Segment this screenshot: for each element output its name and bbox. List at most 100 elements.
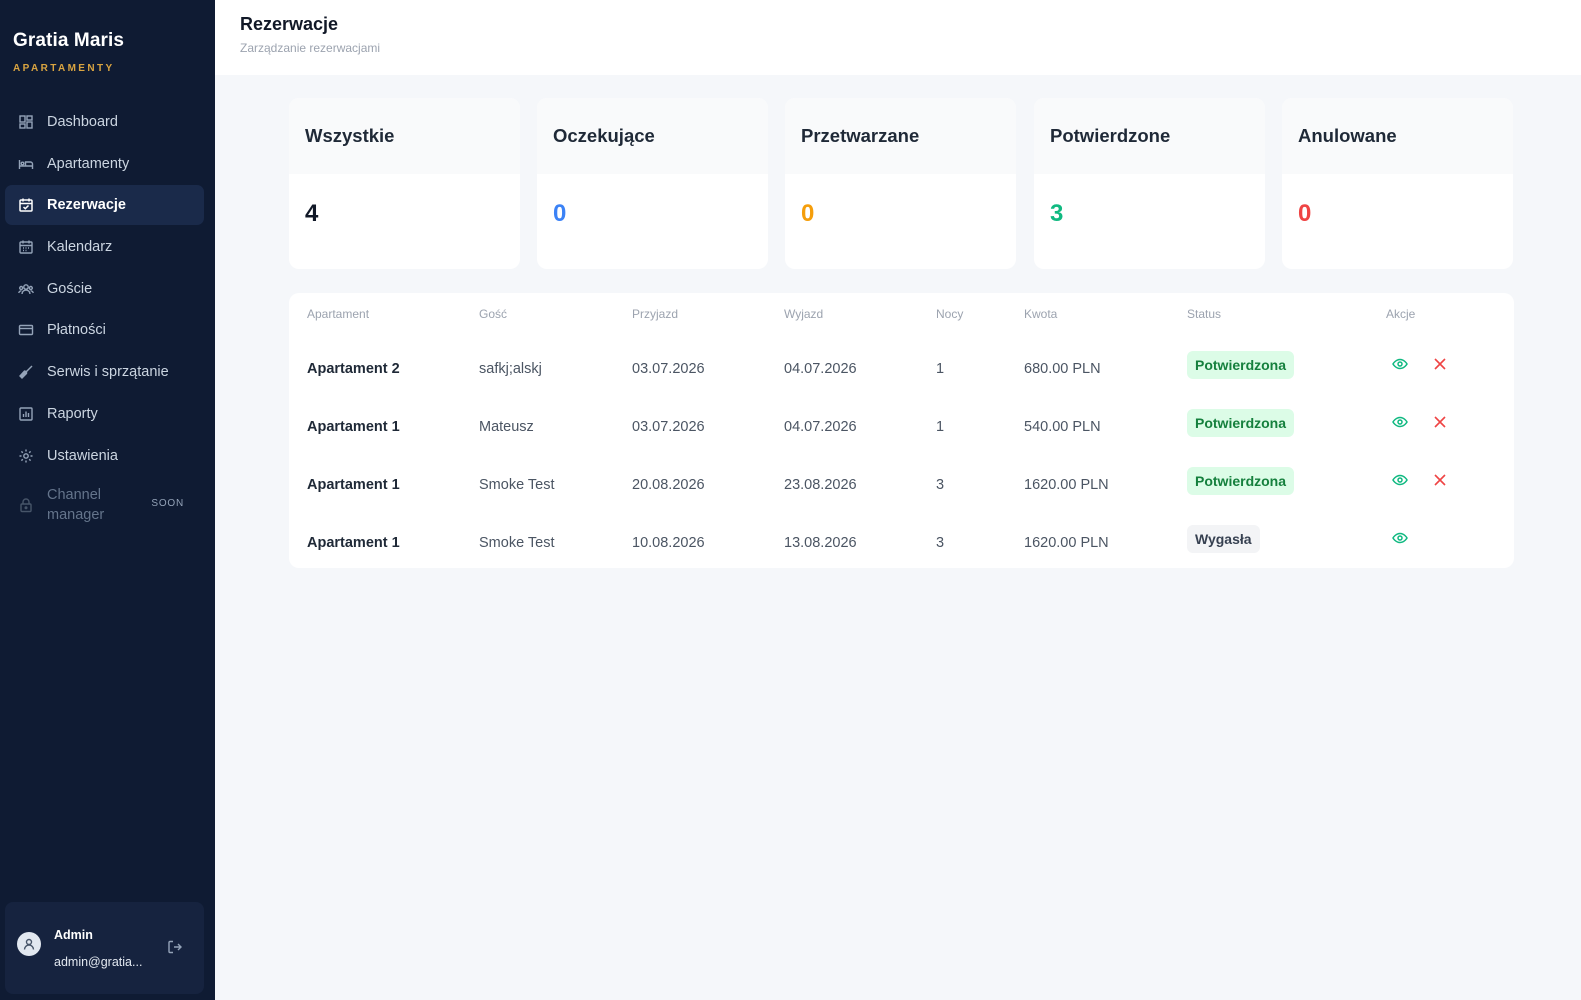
sidebar-item-platnosci[interactable]: Płatności bbox=[5, 310, 204, 350]
page-title: Rezerwacje bbox=[240, 14, 339, 34]
sidebar-item-raporty[interactable]: Raporty bbox=[5, 394, 204, 434]
sidebar-item-goscie[interactable]: Goście bbox=[5, 269, 204, 309]
sidebar-item-serwis[interactable]: Serwis i sprzątanie bbox=[5, 352, 204, 392]
cell-guest: Smoke Test bbox=[479, 535, 555, 551]
cell-nights: 1 bbox=[936, 419, 945, 435]
sidebar-item-channel-manager: Channel manager SOON bbox=[5, 477, 204, 533]
calendar-icon bbox=[18, 239, 34, 255]
view-icon[interactable] bbox=[1391, 471, 1409, 489]
cell-amount: 1620.00 PLN bbox=[1024, 535, 1109, 551]
sidebar-item-rezerwacje[interactable]: Rezerwacje bbox=[5, 185, 204, 226]
view-icon[interactable] bbox=[1391, 355, 1409, 373]
cell-departure: 04.07.2026 bbox=[784, 419, 857, 435]
stat-card-confirmed[interactable]: Potwierdzone 3 bbox=[1034, 98, 1265, 269]
cancel-icon[interactable] bbox=[1431, 471, 1449, 489]
brand[interactable]: Gratia Maris APARTAMENTY bbox=[13, 30, 124, 74]
lock-icon bbox=[18, 497, 34, 513]
sidebar-item-label: Płatności bbox=[47, 322, 106, 339]
calendar-check-icon bbox=[18, 197, 34, 213]
cell-apartment: Apartament 2 bbox=[307, 361, 400, 377]
stat-label: Anulowane bbox=[1282, 98, 1513, 174]
stat-value: 0 bbox=[553, 200, 567, 227]
gear-icon bbox=[18, 448, 34, 464]
soon-badge: SOON bbox=[151, 498, 184, 510]
broom-icon bbox=[18, 364, 34, 380]
sidebar-item-label: Goście bbox=[47, 280, 93, 297]
cell-apartment: Apartament 1 bbox=[307, 419, 400, 435]
status-badge: Potwierdzona bbox=[1187, 467, 1295, 495]
cell-nights: 1 bbox=[936, 361, 945, 377]
status-badge: Potwierdzona bbox=[1187, 409, 1295, 437]
sidebar-nav: Dashboard Apartamenty Rezerwacje Kalenda… bbox=[5, 102, 204, 535]
view-icon[interactable] bbox=[1391, 529, 1409, 547]
user-name: Admin bbox=[54, 928, 93, 942]
cell-departure: 13.08.2026 bbox=[784, 535, 857, 551]
stat-value: 0 bbox=[1298, 200, 1312, 227]
sidebar-item-ustawienia[interactable]: Ustawienia bbox=[5, 436, 204, 476]
cell-apartment: Apartament 1 bbox=[307, 535, 400, 551]
view-icon[interactable] bbox=[1391, 413, 1409, 431]
table-row[interactable]: Apartament 1 Smoke Test 20.08.2026 23.08… bbox=[289, 454, 1514, 511]
logout-icon[interactable] bbox=[167, 939, 183, 955]
cell-arrival: 20.08.2026 bbox=[632, 477, 705, 493]
status-badge: Potwierdzona bbox=[1187, 351, 1295, 379]
stat-card-pending[interactable]: Oczekujące 0 bbox=[537, 98, 768, 269]
users-icon bbox=[18, 281, 34, 297]
cancel-icon[interactable] bbox=[1431, 355, 1449, 373]
bar-chart-icon bbox=[18, 406, 34, 422]
stat-label: Przetwarzane bbox=[785, 98, 1016, 174]
stat-value: 3 bbox=[1050, 200, 1064, 227]
cell-arrival: 03.07.2026 bbox=[632, 361, 705, 377]
sidebar-item-label: Raporty bbox=[47, 405, 98, 422]
sidebar-item-label: Dashboard bbox=[47, 114, 118, 130]
cell-nights: 3 bbox=[936, 477, 945, 493]
stat-label: Oczekujące bbox=[537, 98, 768, 174]
cell-arrival: 10.08.2026 bbox=[632, 535, 705, 551]
user-email: admin@gratia... bbox=[54, 955, 143, 969]
stat-card-cancelled[interactable]: Anulowane 0 bbox=[1282, 98, 1513, 269]
sidebar-item-dashboard[interactable]: Dashboard bbox=[5, 102, 204, 142]
stat-card-processing[interactable]: Przetwarzane 0 bbox=[785, 98, 1016, 269]
table-row[interactable]: Apartament 2 safkj;alskj 03.07.2026 04.0… bbox=[289, 338, 1514, 395]
stat-value: 0 bbox=[801, 200, 815, 227]
cell-amount: 680.00 PLN bbox=[1024, 361, 1101, 377]
cell-guest: Mateusz bbox=[479, 419, 534, 435]
cell-amount: 540.00 PLN bbox=[1024, 419, 1101, 435]
sidebar-item-label: Apartamenty bbox=[47, 155, 130, 172]
cell-departure: 04.07.2026 bbox=[784, 361, 857, 377]
cell-apartment: Apartament 1 bbox=[307, 477, 400, 493]
column-header-nights[interactable]: Nocy bbox=[936, 307, 963, 321]
page-subtitle: Zarządzanie rezerwacjami bbox=[240, 41, 381, 55]
column-header-arrival[interactable]: Przyjazd bbox=[632, 307, 678, 321]
sidebar-item-apartamenty[interactable]: Apartamenty bbox=[5, 144, 204, 184]
status-badge: Wygasła bbox=[1187, 525, 1260, 553]
brand-subtitle: APARTAMENTY bbox=[13, 63, 115, 74]
sidebar-item-label: Kalendarz bbox=[47, 239, 113, 256]
column-header-amount[interactable]: Kwota bbox=[1024, 307, 1057, 321]
cell-arrival: 03.07.2026 bbox=[632, 419, 705, 435]
bed-icon bbox=[18, 156, 34, 172]
stat-label: Wszystkie bbox=[289, 98, 520, 174]
cell-guest: Smoke Test bbox=[479, 477, 555, 493]
reservations-table: Apartament Gość Przyjazd Wyjazd Nocy Kwo… bbox=[289, 293, 1514, 568]
column-header-departure[interactable]: Wyjazd bbox=[784, 307, 823, 321]
column-header-guest[interactable]: Gość bbox=[479, 307, 507, 321]
cell-guest: safkj;alskj bbox=[479, 361, 542, 377]
user-card: Admin admin@gratia... bbox=[5, 902, 204, 994]
sidebar-item-label: Channel manager bbox=[47, 487, 105, 524]
sidebar-item-kalendarz[interactable]: Kalendarz bbox=[5, 227, 204, 267]
table-row[interactable]: Apartament 1 Smoke Test 10.08.2026 13.08… bbox=[289, 512, 1514, 569]
avatar bbox=[17, 932, 41, 956]
credit-card-icon bbox=[18, 322, 34, 338]
cancel-icon[interactable] bbox=[1431, 413, 1449, 431]
cell-departure: 23.08.2026 bbox=[784, 477, 857, 493]
table-row[interactable]: Apartament 1 Mateusz 03.07.2026 04.07.20… bbox=[289, 396, 1514, 453]
cell-amount: 1620.00 PLN bbox=[1024, 477, 1109, 493]
page-header: Rezerwacje Zarządzanie rezerwacjami bbox=[215, 0, 1581, 75]
sidebar: Gratia Maris APARTAMENTY Dashboard Apart… bbox=[0, 0, 215, 1000]
cell-nights: 3 bbox=[936, 535, 945, 551]
column-header-apartment[interactable]: Apartament bbox=[307, 307, 369, 321]
stat-card-all[interactable]: Wszystkie 4 bbox=[289, 98, 520, 269]
sidebar-item-label: Serwis i sprzątanie bbox=[47, 364, 169, 381]
column-header-status[interactable]: Status bbox=[1187, 307, 1221, 321]
